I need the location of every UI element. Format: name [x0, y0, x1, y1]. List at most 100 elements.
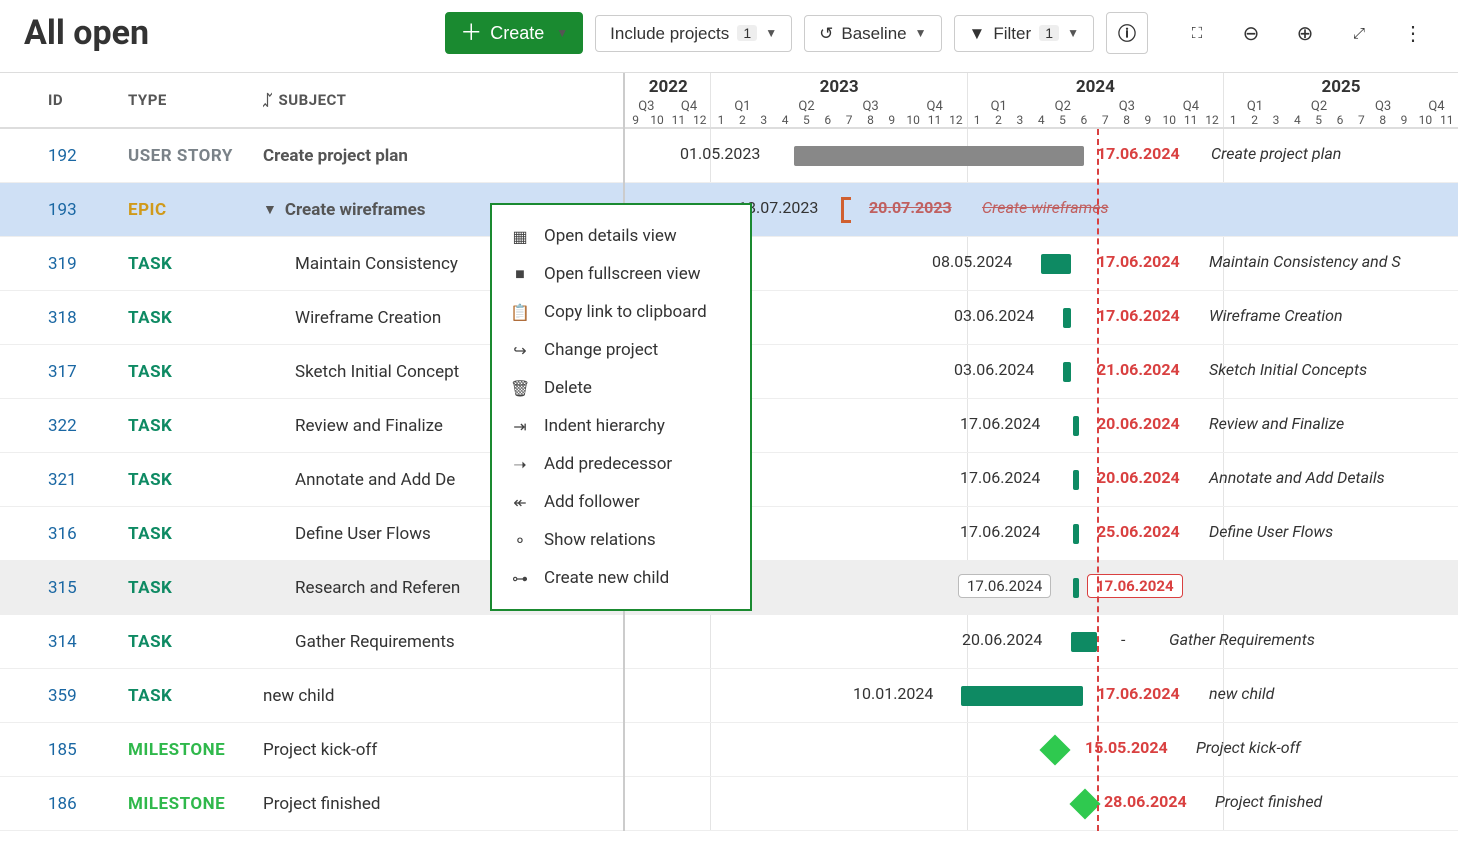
milestone-marker[interactable] — [1039, 734, 1070, 765]
more-menu-button[interactable]: ⋮ — [1392, 12, 1434, 54]
wp-subject[interactable]: new child — [263, 686, 623, 706]
menu-item-label: Change project — [544, 340, 658, 360]
gantt-month: 10 — [1415, 113, 1436, 127]
gantt-bar[interactable] — [1073, 470, 1079, 490]
wp-subject[interactable]: Project finished — [263, 794, 623, 814]
context-menu-item[interactable]: ⚬Show relations — [492, 521, 750, 559]
gantt-bar[interactable] — [1073, 416, 1079, 436]
end-date: 20.06.2024 — [1097, 468, 1180, 487]
wp-id[interactable]: 193 — [48, 200, 128, 220]
column-id[interactable]: ID — [48, 91, 128, 109]
kebab-icon: ⋮ — [1403, 21, 1423, 45]
table-row[interactable]: 185MILESTONEProject kick-off — [0, 723, 623, 777]
gantt-bar[interactable] — [1041, 254, 1071, 274]
table-row[interactable]: 359TASKnew child — [0, 669, 623, 723]
gantt-bar[interactable] — [794, 146, 1084, 166]
end-date: 17.06.2024 — [1097, 144, 1180, 163]
gantt-month: 11 — [1180, 113, 1201, 127]
milestone-marker[interactable] — [1069, 788, 1100, 819]
gantt-bar[interactable] — [1073, 578, 1079, 598]
wp-id[interactable]: 318 — [48, 308, 128, 328]
wp-id[interactable]: 314 — [48, 632, 128, 652]
context-menu-item[interactable]: ■Open fullscreen view — [492, 255, 750, 293]
gantt-header: 2022202320242025Q3Q4Q1Q2Q3Q4Q1Q2Q3Q4Q1Q2… — [625, 73, 1458, 129]
wp-type: TASK — [128, 308, 263, 328]
gantt-row[interactable]: 28.06.2024Project finished — [625, 777, 1458, 831]
fit-button[interactable]: ⛶ — [1176, 12, 1218, 54]
gantt-quarter: Q4 — [903, 99, 967, 114]
gantt-quarter: Q4 — [668, 99, 711, 114]
gantt-subject-label: Project kick-off — [1196, 738, 1300, 757]
context-menu-item[interactable]: ⊶Create new child — [492, 559, 750, 597]
gantt-bar[interactable] — [1071, 632, 1097, 652]
menu-item-icon: ↪ — [510, 341, 530, 360]
gantt-month: 12 — [945, 113, 966, 127]
wp-id[interactable]: 186 — [48, 794, 128, 814]
zoom-in-icon: ⊕ — [1297, 21, 1314, 45]
fullscreen-button[interactable]: ⤢ — [1338, 12, 1380, 54]
info-button[interactable]: ⓘ — [1106, 12, 1148, 54]
gantt-month: 7 — [1351, 113, 1372, 127]
gantt-month: 2 — [988, 113, 1009, 127]
gantt-bar[interactable] — [961, 686, 1083, 706]
column-type[interactable]: TYPE — [128, 91, 263, 109]
zoom-out-button[interactable]: ⊖ — [1230, 12, 1272, 54]
wp-id[interactable]: 321 — [48, 470, 128, 490]
context-menu-item[interactable]: 📋Copy link to clipboard — [492, 293, 750, 331]
context-menu-item[interactable]: ↪ Change project — [492, 331, 750, 369]
filter-dropdown[interactable]: ▼ Filter 1 ▼ — [954, 15, 1095, 52]
context-menu-item[interactable]: ▦Open details view — [492, 217, 750, 255]
table-row[interactable]: 186MILESTONEProject finished — [0, 777, 623, 831]
menu-item-label: Create new child — [544, 568, 669, 588]
gantt-bar[interactable] — [1063, 308, 1071, 328]
gantt-row[interactable]: 01.05.202317.06.2024Create project plan — [625, 129, 1458, 183]
context-menu-item[interactable]: ➝Add predecessor — [492, 445, 750, 483]
gantt-bar[interactable] — [1063, 362, 1071, 382]
gantt-subject-label: Define User Flows — [1209, 522, 1333, 541]
wp-type: TASK — [128, 254, 263, 274]
gantt-month: 7 — [1095, 113, 1116, 127]
gantt-month: 1 — [710, 113, 731, 127]
wp-id[interactable]: 319 — [48, 254, 128, 274]
zoom-in-button[interactable]: ⊕ — [1284, 12, 1326, 54]
context-menu-item[interactable]: 🗑Delete — [492, 369, 750, 407]
context-menu-item[interactable]: ⇥Indent hierarchy — [492, 407, 750, 445]
gantt-month: 5 — [796, 113, 817, 127]
menu-item-label: Show relations — [544, 530, 656, 550]
column-subject[interactable]: ᛢ SUBJECT — [263, 91, 623, 109]
baseline-dropdown[interactable]: ↺ Baseline ▼ — [804, 15, 941, 52]
gantt-bar[interactable] — [1073, 524, 1079, 544]
wp-id[interactable]: 185 — [48, 740, 128, 760]
gantt-quarter: Q2 — [774, 99, 838, 114]
table-row[interactable]: 192USER STORYCreate project plan — [0, 129, 623, 183]
wp-subject-text: Create wireframes — [285, 200, 426, 220]
wp-id[interactable]: 315 — [48, 578, 128, 598]
gantt-row[interactable]: 15.05.2024Project kick-off — [625, 723, 1458, 777]
wp-subject[interactable]: Gather Requirements — [263, 632, 623, 652]
wp-id[interactable]: 192 — [48, 146, 128, 166]
gantt-row[interactable]: 10.01.202417.06.2024new child — [625, 669, 1458, 723]
gantt-month: 8 — [1116, 113, 1137, 127]
gantt-row[interactable]: 20.06.2024-Gather Requirements — [625, 615, 1458, 669]
gantt-bar[interactable] — [841, 197, 851, 223]
table-row[interactable]: 314TASKGather Requirements — [0, 615, 623, 669]
gantt-month: 2 — [1244, 113, 1265, 127]
wp-id[interactable]: 322 — [48, 416, 128, 436]
filter-label: Filter — [993, 25, 1031, 42]
toolbar: All open ＋ Create ▼ Include projects 1 ▼… — [0, 0, 1458, 72]
wp-subject[interactable]: Create project plan — [263, 146, 623, 166]
wp-subject[interactable]: Project kick-off — [263, 740, 623, 760]
column-subject-label: SUBJECT — [279, 91, 347, 109]
chevron-down-icon[interactable]: ▼ — [263, 201, 277, 218]
wp-subject-text: Define User Flows — [295, 524, 431, 544]
gantt-subject-label: Sketch Initial Concepts — [1209, 360, 1367, 379]
context-menu-item[interactable]: ↞Add follower — [492, 483, 750, 521]
include-projects-dropdown[interactable]: Include projects 1 ▼ — [595, 15, 792, 52]
wp-id[interactable]: 359 — [48, 686, 128, 706]
end-date: 20.06.2024 — [1097, 414, 1180, 433]
wp-id[interactable]: 316 — [48, 524, 128, 544]
gantt-month: 1 — [1223, 113, 1244, 127]
gantt-year: 2023 — [710, 77, 966, 97]
wp-id[interactable]: 317 — [48, 362, 128, 382]
create-button[interactable]: ＋ Create ▼ — [445, 12, 583, 54]
